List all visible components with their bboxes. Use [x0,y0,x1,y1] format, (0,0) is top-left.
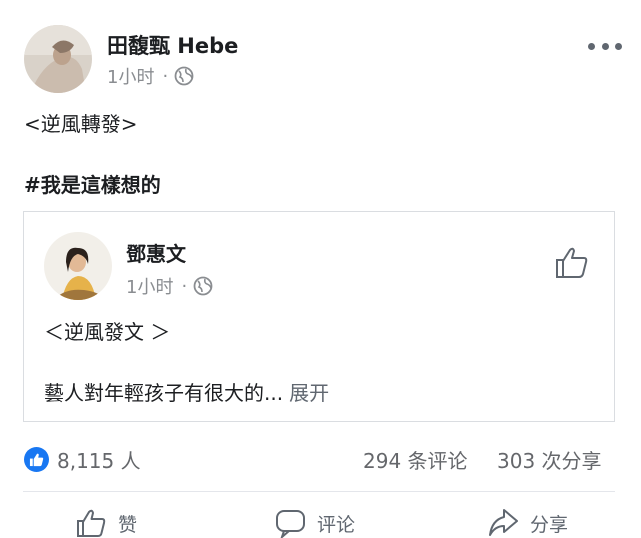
divider [23,491,615,492]
shared-author-name[interactable]: 鄧惠文 [126,238,186,267]
like-button[interactable]: 赞 [76,508,137,538]
shared-post-excerpt: 藝人對年輕孩子有很大的... 展开 [44,377,329,406]
comment-icon [276,510,305,538]
post-time[interactable]: 1小时 [107,63,154,89]
more-icon-dot [588,42,595,50]
globe-icon [193,276,213,296]
shared-post-meta: 1小时 · [126,273,213,299]
globe-icon [174,66,194,86]
author-name[interactable]: 田馥甄 Hebe [107,30,238,60]
shared-post-time[interactable]: 1小时 [126,273,173,299]
comment-label: 评论 [317,513,356,536]
post-hashtag[interactable]: #我是這樣想的 [24,169,161,198]
meta-separator: · [181,275,188,297]
meta-separator: · [162,65,169,87]
comment-button[interactable]: 评论 [275,508,355,538]
more-icon-dot [601,42,609,50]
excerpt-text: 藝人對年輕孩子有很大的... [44,381,284,405]
like-label: 赞 [118,513,138,536]
shared-author-avatar[interactable] [44,232,112,300]
expand-link[interactable]: 展开 [289,381,329,405]
share-label: 分享 [530,513,569,536]
shared-post-title: ＜逆風發文 ＞ [44,320,171,344]
share-count[interactable]: 303 次分享 [497,445,602,474]
share-icon [489,509,518,536]
comment-count[interactable]: 294 条评论 [363,445,468,474]
post-body-line: <逆風轉發> [24,112,138,136]
more-options-button[interactable] [588,36,622,56]
more-icon-dot [615,42,622,50]
thumbs-up-icon[interactable] [554,244,590,280]
post-meta: 1小时 · [107,63,194,89]
like-reaction-icon[interactable] [24,447,49,472]
share-button[interactable]: 分享 [488,508,568,538]
thumbs-up-icon [77,509,106,537]
author-avatar[interactable] [24,25,92,93]
reaction-count[interactable]: 8,115 人 [57,445,141,474]
